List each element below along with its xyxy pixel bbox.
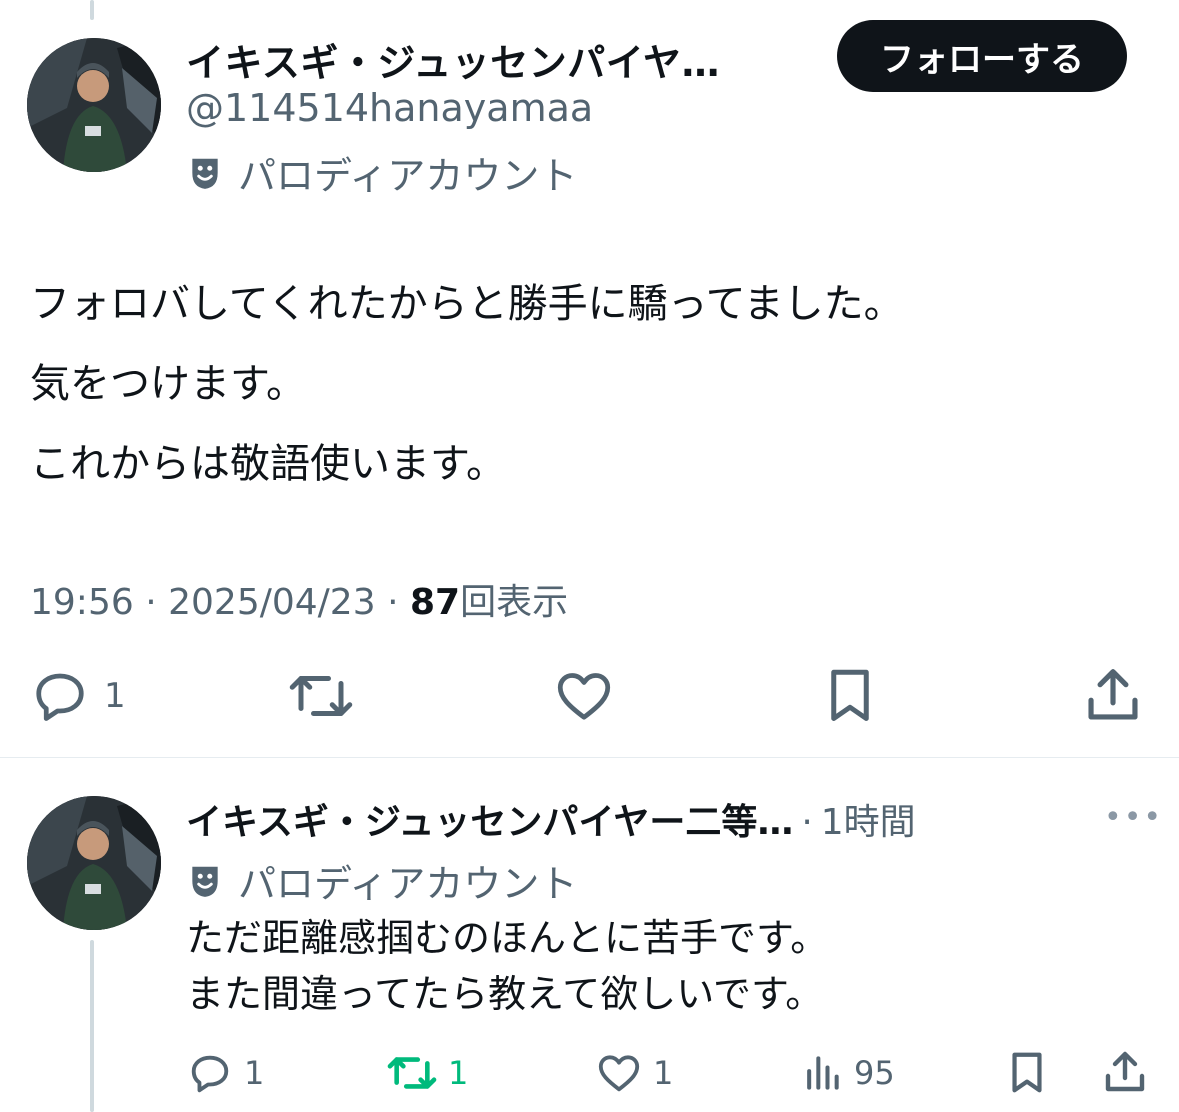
reply-count: 1 — [244, 1054, 265, 1092]
retweet-icon — [289, 676, 353, 716]
tweet-time[interactable]: 19:56 — [30, 582, 134, 623]
reply-like-button[interactable]: 1 — [595, 1050, 673, 1096]
follow-button[interactable]: フォローする — [837, 20, 1127, 92]
author-handle[interactable]: @114514hanayamaa — [186, 86, 593, 130]
bookmark-icon — [1012, 1052, 1042, 1093]
avatar[interactable] — [27, 38, 161, 172]
tweet-text-line: これからは敬語使います。 — [30, 441, 506, 487]
thread-line-top — [90, 0, 94, 20]
analytics-icon — [807, 1056, 839, 1090]
reply-icon — [36, 673, 84, 721]
theater-mask-icon — [192, 866, 218, 897]
reply-reply-button[interactable]: 1 — [186, 1050, 264, 1096]
parody-badge: パロディアカウント — [186, 145, 577, 200]
like-count: 1 — [653, 1054, 674, 1092]
reply-text-line: また間違ってたら教えて欲しいです。 — [186, 972, 824, 1016]
tweet-date[interactable]: 2025/04/23 — [168, 582, 376, 623]
reply-bookmark-button[interactable] — [1004, 1048, 1050, 1098]
reply-header: イキスギ・ジュッセンパイヤー二等… · 1時間 — [186, 793, 916, 845]
reply-count: 1 — [104, 676, 126, 716]
views-count: 87 — [409, 582, 461, 623]
reply-button[interactable]: 1 — [30, 666, 126, 726]
reply-retweet-button[interactable]: 1 — [386, 1050, 468, 1096]
tweet-text-line: 気をつけます。 — [30, 361, 306, 407]
like-button[interactable] — [553, 666, 615, 726]
meta-separator: · — [387, 582, 399, 623]
reply-share-button[interactable] — [1101, 1048, 1149, 1096]
avatar-image — [27, 38, 161, 172]
retweet-count: 1 — [448, 1054, 469, 1092]
reply-text: ただ距離感掴むのほんとに苦手です。 また間違ってたら教えて欲しいです。 — [186, 910, 828, 1022]
tweet-text: フォロバしてくれたからと勝手に驕ってました。 気をつけます。 これからは敬語使い… — [30, 264, 904, 504]
reply-text-line: ただ距離感掴むのほんとに苦手です。 — [186, 916, 829, 960]
divider — [0, 757, 1179, 758]
time-separator: · — [801, 802, 813, 843]
more-options-button[interactable]: ••• — [1104, 800, 1163, 835]
avatar-image — [27, 796, 161, 930]
reply-time[interactable]: 1時間 — [821, 793, 916, 845]
meta-separator: · — [145, 582, 157, 623]
heart-icon — [598, 1055, 640, 1092]
thread-line — [90, 940, 94, 1112]
reply-author-name[interactable]: イキスギ・ジュッセンパイヤー二等… — [186, 793, 793, 845]
parody-badge: パロディアカウント — [186, 853, 577, 908]
bookmark-button[interactable] — [820, 666, 880, 726]
reply-icon — [191, 1055, 229, 1093]
bookmark-icon — [831, 669, 869, 721]
share-button[interactable] — [1082, 664, 1144, 726]
tweet-text-line: フォロバしてくれたからと勝手に驕ってました。 — [30, 281, 904, 327]
views-label: 回表示 — [460, 582, 569, 623]
reply-views-button[interactable]: 95 — [800, 1050, 895, 1096]
share-icon — [1088, 669, 1138, 720]
tweet-meta: 19:56 · 2025/04/23 · 87回表示 — [30, 573, 568, 625]
parody-label: パロディアカウント — [238, 154, 578, 198]
heart-icon — [557, 673, 611, 720]
theater-mask-icon — [192, 158, 218, 189]
avatar[interactable] — [27, 796, 161, 930]
share-icon — [1105, 1051, 1145, 1092]
views-count: 95 — [854, 1054, 895, 1092]
author-name[interactable]: イキスギ・ジュッセンパイヤ… — [186, 32, 720, 87]
retweet-icon — [387, 1057, 437, 1089]
parody-label: パロディアカウント — [238, 862, 578, 906]
retweet-button[interactable] — [288, 666, 354, 726]
